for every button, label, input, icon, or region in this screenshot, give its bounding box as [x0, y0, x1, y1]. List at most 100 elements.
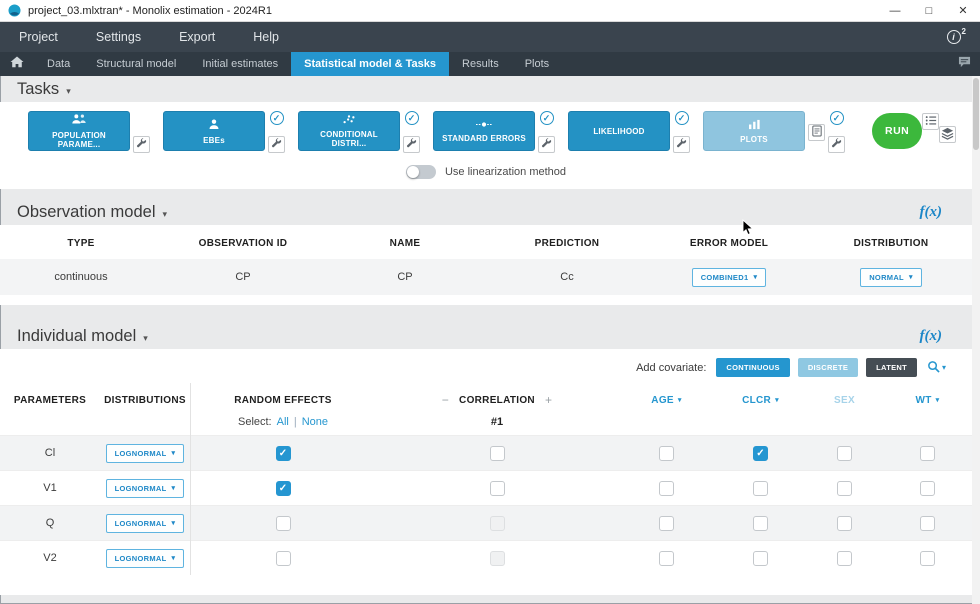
individual-model-collapse-toggle[interactable]: Individual model ▾: [17, 327, 148, 346]
standard-errors-task-button[interactable]: STANDARD ERRORS: [433, 111, 535, 151]
likelihood-task-checkbox[interactable]: ✓: [675, 111, 689, 125]
remove-correlation-button[interactable]: −: [442, 393, 449, 407]
bar-chart-icon: [748, 119, 761, 132]
q-random-effects-checkbox[interactable]: [276, 516, 291, 531]
observation-prediction: Cc: [486, 271, 648, 283]
v2-clcr-checkbox[interactable]: [753, 551, 768, 566]
v1-sex-checkbox[interactable]: [837, 481, 852, 496]
covariate-header-sex[interactable]: SEX: [806, 395, 883, 406]
v2-correlation-checkbox[interactable]: [490, 551, 505, 566]
add-correlation-button[interactable]: +: [545, 393, 552, 407]
ebes-task-button[interactable]: EBEs: [163, 111, 265, 151]
cl-clcr-checkbox[interactable]: ✓: [753, 446, 768, 461]
add-discrete-covariate-button[interactable]: DISCRETE: [798, 358, 858, 377]
distribution-value: LOGNORMAL: [115, 519, 167, 528]
cl-wt-checkbox[interactable]: [920, 446, 935, 461]
covariate-header-age[interactable]: AGE▾: [618, 395, 715, 406]
close-button[interactable]: ✕: [946, 0, 980, 22]
tab-structural-model[interactable]: Structural model: [83, 52, 189, 76]
covariate-header-clcr[interactable]: CLCR▾: [715, 395, 806, 406]
conditional-distribution-settings-button[interactable]: [403, 136, 420, 153]
chevron-down-icon: ▾: [172, 519, 176, 527]
menu-help[interactable]: Help: [234, 22, 298, 52]
population-parameters-settings-button[interactable]: [133, 136, 150, 153]
ebes-task-checkbox[interactable]: ✓: [270, 111, 284, 125]
v1-correlation-checkbox[interactable]: [490, 481, 505, 496]
task-plots: PLOTS ✓: [703, 111, 845, 153]
v1-distribution-select[interactable]: LOGNORMAL▾: [106, 479, 185, 498]
v2-sex-checkbox[interactable]: [837, 551, 852, 566]
conditional-distribution-task-checkbox[interactable]: ✓: [405, 111, 419, 125]
layers-button[interactable]: [939, 126, 956, 143]
q-sex-checkbox[interactable]: [837, 516, 852, 531]
linearization-toggle[interactable]: [406, 165, 436, 179]
v1-wt-checkbox[interactable]: [920, 481, 935, 496]
q-clcr-checkbox[interactable]: [753, 516, 768, 531]
add-continuous-covariate-button[interactable]: CONTINUOUS: [716, 358, 789, 377]
tab-statistical-model-tasks[interactable]: Statistical model & Tasks: [291, 52, 449, 76]
plots-task-button[interactable]: PLOTS: [703, 111, 805, 151]
menu-settings[interactable]: Settings: [77, 22, 160, 52]
tab-results[interactable]: Results: [449, 52, 512, 76]
q-wt-checkbox[interactable]: [920, 516, 935, 531]
likelihood-task-button[interactable]: LIKELIHOOD: [568, 111, 670, 151]
v1-age-checkbox[interactable]: [659, 481, 674, 496]
individual-model-title: Individual model: [17, 327, 136, 346]
cl-random-effects-checkbox[interactable]: ✓: [276, 446, 291, 461]
individual-model-formula-button[interactable]: f(x): [920, 328, 943, 345]
covariate-header-wt[interactable]: WT▾: [883, 395, 972, 406]
q-age-checkbox[interactable]: [659, 516, 674, 531]
conditional-distribution-task-button[interactable]: CONDITIONAL DISTRI...: [298, 111, 400, 151]
v2-age-checkbox[interactable]: [659, 551, 674, 566]
likelihood-settings-button[interactable]: [673, 136, 690, 153]
tasks-collapse-toggle[interactable]: Tasks ▾: [17, 80, 71, 99]
v1-random-effects-checkbox[interactable]: ✓: [276, 481, 291, 496]
error-model-formula-button[interactable]: f(x): [920, 204, 943, 221]
tab-plots[interactable]: Plots: [512, 52, 562, 76]
plots-report-button[interactable]: [808, 124, 825, 141]
cl-sex-checkbox[interactable]: [837, 446, 852, 461]
v2-random-effects-checkbox[interactable]: [276, 551, 291, 566]
v1-clcr-checkbox[interactable]: [753, 481, 768, 496]
add-latent-covariate-button[interactable]: LATENT: [866, 358, 917, 377]
linearization-row: Use linearization method: [0, 165, 972, 189]
standard-errors-task-checkbox[interactable]: ✓: [540, 111, 554, 125]
menu-project[interactable]: Project: [0, 22, 77, 52]
plots-task-checkbox[interactable]: ✓: [830, 111, 844, 125]
vertical-scrollbar[interactable]: [972, 76, 980, 604]
v2-wt-checkbox[interactable]: [920, 551, 935, 566]
cl-distribution-select[interactable]: LOGNORMAL▾: [106, 444, 185, 463]
select-all-link[interactable]: All: [277, 416, 289, 428]
cl-age-checkbox[interactable]: [659, 446, 674, 461]
notifications-button[interactable]: i 2: [947, 30, 966, 44]
maximize-button[interactable]: □: [912, 0, 946, 22]
ebes-settings-button[interactable]: [268, 136, 285, 153]
feedback-chat-button[interactable]: [958, 52, 971, 76]
home-tab[interactable]: [0, 52, 34, 76]
observation-table-row: continuous CP CP Cc COMBINED1 ▾ NORMAL ▾: [0, 259, 972, 295]
task-population-parameters: POPULATION PARAME...: [28, 111, 150, 153]
plots-settings-button[interactable]: [828, 136, 845, 153]
individual-model-panel: Add covariate: CONTINUOUS DISCRETE LATEN…: [0, 349, 972, 595]
observation-model-collapse-toggle[interactable]: Observation model ▾: [17, 203, 167, 222]
list-icon: [925, 114, 937, 129]
q-correlation-checkbox[interactable]: [490, 516, 505, 531]
covariate-search-button[interactable]: ▾: [925, 360, 948, 376]
population-parameters-task-button[interactable]: POPULATION PARAME...: [28, 111, 130, 151]
q-distribution-select[interactable]: LOGNORMAL ▾: [106, 514, 185, 533]
scenario-summary-button[interactable]: [922, 113, 939, 130]
run-button[interactable]: RUN: [872, 113, 922, 149]
select-none-link[interactable]: None: [302, 416, 328, 428]
cl-correlation-checkbox[interactable]: [490, 446, 505, 461]
scrollbar-thumb[interactable]: [973, 78, 979, 150]
error-model-select[interactable]: COMBINED1 ▾: [692, 268, 767, 287]
parameter-name: V1: [0, 482, 100, 494]
minimize-button[interactable]: —: [878, 0, 912, 22]
tab-data[interactable]: Data: [34, 52, 83, 76]
standard-errors-settings-button[interactable]: [538, 136, 555, 153]
v2-distribution-select[interactable]: LOGNORMAL▾: [106, 549, 185, 568]
task-ebes: EBEs ✓: [163, 111, 285, 153]
observation-distribution-select[interactable]: NORMAL ▾: [860, 268, 922, 287]
menu-export[interactable]: Export: [160, 22, 234, 52]
tab-initial-estimates[interactable]: Initial estimates: [189, 52, 291, 76]
